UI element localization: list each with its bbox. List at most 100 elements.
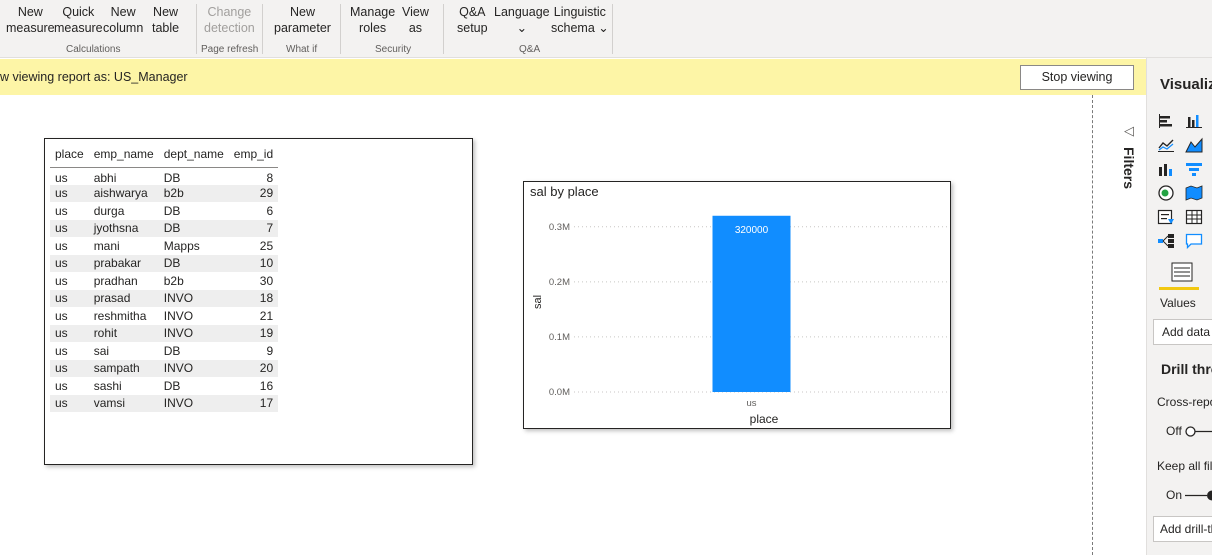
table-row[interactable]: us durga DB 6 bbox=[50, 202, 278, 220]
table-cell-place: us bbox=[50, 324, 89, 342]
filled-map-icon[interactable] bbox=[1185, 185, 1203, 201]
table-row[interactable]: us sai DB 9 bbox=[50, 342, 278, 360]
y-axis-title: sal bbox=[532, 295, 544, 309]
view-as-button[interactable]: View as bbox=[402, 4, 429, 36]
group-label-security: Security bbox=[375, 44, 412, 55]
cross-report-state-label: Off bbox=[1166, 424, 1182, 438]
table-cell-place: us bbox=[50, 289, 89, 307]
view-as-banner: w viewing report as: US_Manager Stop vie… bbox=[0, 59, 1146, 95]
quick-measure-label-2: measure bbox=[54, 21, 103, 35]
stacked-column-chart-icon[interactable] bbox=[1185, 113, 1203, 129]
filters-label: Filters bbox=[1121, 147, 1137, 190]
column-header-emp-name[interactable]: emp_name bbox=[88, 143, 159, 168]
table-cell-dept-name: DB bbox=[158, 254, 229, 272]
x-axis-title: place bbox=[750, 412, 779, 426]
table-cell-emp-id: 16 bbox=[259, 378, 274, 393]
table-cell-emp-name: pradhan bbox=[93, 273, 138, 288]
table-cell-place: us bbox=[55, 378, 68, 393]
group-separator bbox=[340, 4, 341, 54]
new-table-label-1: New bbox=[153, 5, 179, 19]
table-cell-emp-name: durga bbox=[93, 203, 125, 218]
visualizations-title: Visualizations bbox=[1160, 76, 1212, 93]
active-tab-indicator bbox=[1159, 287, 1199, 290]
new-measure-label-1: New bbox=[17, 5, 43, 19]
quick-measure-button[interactable]: Quick measure bbox=[54, 4, 103, 36]
column-header-emp-id[interactable]: emp_id bbox=[228, 143, 279, 168]
table-cell-emp-id: 6 bbox=[266, 203, 274, 218]
table-row[interactable]: us aishwarya b2b 29 bbox=[50, 184, 279, 202]
new-column-button[interactable]: New column bbox=[103, 4, 143, 36]
y-tick-label: 0.2M bbox=[549, 277, 570, 288]
table-cell-dept-name: INVO bbox=[158, 324, 229, 342]
cross-report-label: Cross-report bbox=[1157, 395, 1212, 409]
table-cell-place: us bbox=[55, 273, 68, 288]
add-drill-through-fields-well[interactable]: Add drill-through fields here bbox=[1153, 516, 1212, 542]
bar-chart-visual[interactable]: sal by place 0.0M 0.1M 0.2M 0.3M 320000 us pla… bbox=[523, 181, 951, 429]
cross-report-toggle[interactable] bbox=[1185, 426, 1212, 437]
table-cell-place: us bbox=[55, 203, 68, 218]
table-icon[interactable] bbox=[1185, 209, 1203, 225]
table-row[interactable]: us reshmitha INVO 21 bbox=[50, 307, 278, 325]
funnel-chart-icon[interactable] bbox=[1185, 161, 1203, 177]
line-and-column-chart-icon[interactable] bbox=[1157, 161, 1175, 177]
speech-bubble-icon[interactable] bbox=[1185, 233, 1203, 249]
table-cell-dept-name: DB bbox=[163, 203, 181, 218]
table-row[interactable]: us jyothsna DB 7 bbox=[50, 219, 279, 237]
new-parameter-label-1: New bbox=[289, 5, 315, 19]
linguistic-schema-button[interactable]: Linguistic schema ⌄ bbox=[551, 4, 609, 36]
new-parameter-label-2: parameter bbox=[274, 21, 331, 35]
table-cell-place: us bbox=[55, 308, 68, 323]
globe-map-icon[interactable] bbox=[1157, 185, 1175, 201]
table-body: us abhi DB 8 us aishwarya b2b 29 us durga DB 6 us jyo… bbox=[50, 167, 279, 412]
table-row[interactable]: us pradhan b2b 30 bbox=[50, 272, 278, 290]
column-header-place[interactable]: place bbox=[50, 143, 89, 168]
manage-roles-button[interactable]: Manage roles bbox=[350, 4, 395, 36]
table-cell-dept-name: INVO bbox=[158, 359, 229, 377]
table-cell-emp-id: 25 bbox=[259, 238, 274, 253]
language-button[interactable]: Language ⌄ bbox=[494, 4, 550, 36]
table-row[interactable]: us prasad INVO 18 bbox=[50, 289, 279, 307]
table-cell-emp-name: prasad bbox=[88, 289, 159, 307]
table-cell-emp-name: abhi bbox=[93, 170, 117, 185]
table-cell-emp-id: 8 bbox=[266, 170, 274, 185]
area-chart-icon[interactable] bbox=[1185, 137, 1203, 153]
collapse-arrow-icon[interactable]: ◁ bbox=[1124, 123, 1134, 139]
keep-all-filters-toggle[interactable] bbox=[1185, 490, 1212, 501]
table-row[interactable]: us vamsi INVO 17 bbox=[50, 394, 279, 412]
table-visual[interactable]: place emp_name dept_name emp_id us abhi DB… bbox=[44, 138, 473, 465]
values-label: Values bbox=[1160, 296, 1196, 310]
new-table-button[interactable]: New table bbox=[152, 4, 179, 36]
table-row[interactable]: us sampath INVO 20 bbox=[50, 359, 279, 377]
change-detection-label-1: Change bbox=[207, 5, 252, 19]
language-label: Language bbox=[494, 5, 550, 19]
column-header-dept-name[interactable]: dept_name bbox=[158, 143, 229, 168]
table-row[interactable]: us prabakar DB 10 bbox=[50, 254, 279, 272]
filters-pane[interactable]: ◁ Filters bbox=[1115, 95, 1146, 555]
view-as-label-2: as bbox=[408, 21, 423, 35]
table-cell-place: us bbox=[50, 184, 89, 202]
change-detection-label-2: detection bbox=[204, 21, 255, 35]
table-cell-emp-id: 21 bbox=[259, 308, 274, 323]
table-row[interactable]: us abhi DB 8 bbox=[50, 167, 278, 185]
stacked-bar-chart-icon[interactable] bbox=[1157, 113, 1175, 129]
table-row[interactable]: us rohit INVO 19 bbox=[50, 324, 279, 342]
chevron-down-icon: ⌄ bbox=[516, 21, 528, 35]
table-cell-emp-name: jyothsna bbox=[88, 219, 159, 237]
new-parameter-button[interactable]: New parameter bbox=[274, 4, 331, 36]
table-row[interactable]: us mani Mapps 25 bbox=[50, 237, 278, 255]
new-measure-button[interactable]: New measure bbox=[6, 4, 55, 36]
new-column-label-2: column bbox=[103, 21, 144, 35]
fields-tab-icon[interactable] bbox=[1171, 262, 1193, 282]
stop-viewing-button[interactable]: Stop viewing bbox=[1020, 65, 1134, 90]
table-cell-emp-id: 18 bbox=[228, 289, 279, 307]
qa-setup-button[interactable]: Q&A setup bbox=[457, 4, 488, 36]
line-chart-icon[interactable] bbox=[1157, 137, 1175, 153]
change-detection-button[interactable]: Change detection bbox=[204, 4, 255, 36]
slicer-icon[interactable] bbox=[1157, 209, 1175, 225]
decomposition-tree-icon[interactable] bbox=[1157, 233, 1175, 249]
table-cell-emp-id: 9 bbox=[266, 343, 274, 358]
table-cell-place: us bbox=[50, 394, 89, 412]
add-data-fields-well[interactable]: Add data fields here bbox=[1153, 319, 1212, 345]
table-row[interactable]: us sashi DB 16 bbox=[50, 377, 278, 395]
table-cell-emp-name: vamsi bbox=[88, 394, 159, 412]
